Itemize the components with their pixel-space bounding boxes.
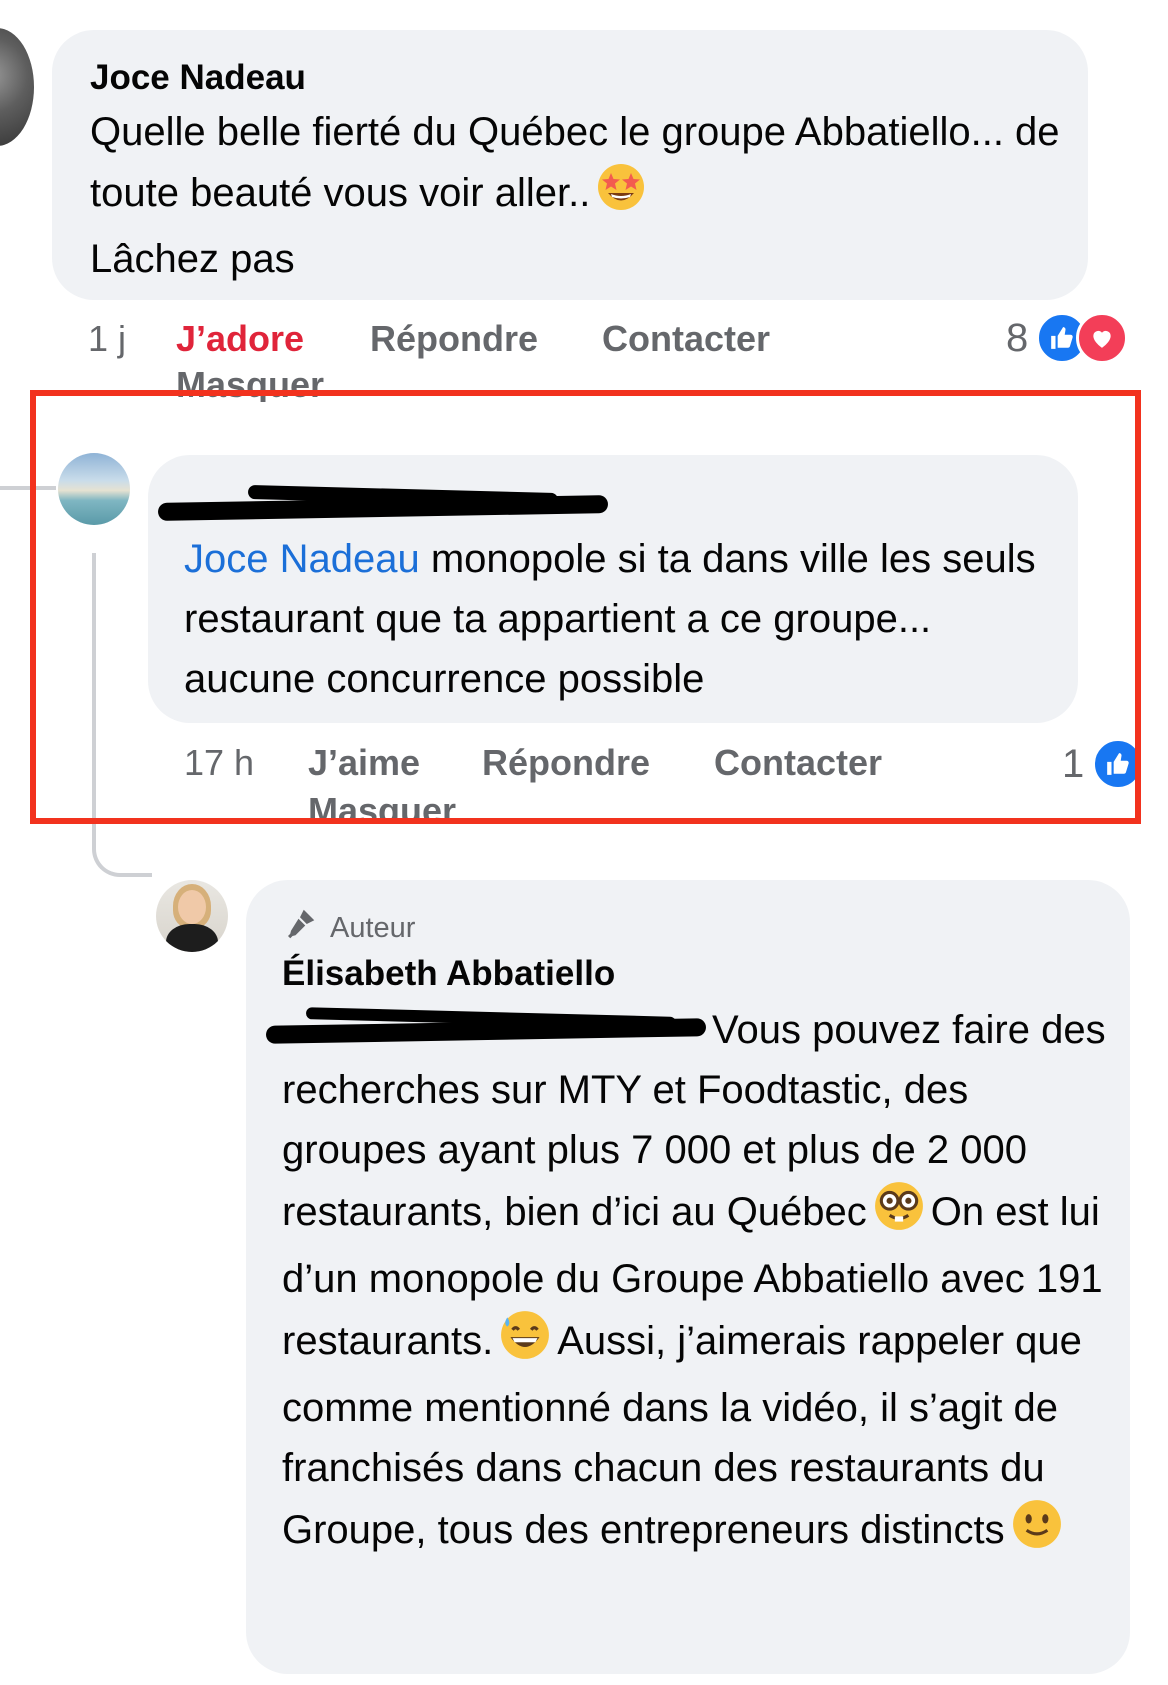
- comment-actions: 1 j J’adore Répondre Contacter: [88, 318, 770, 360]
- comment-text: Quelle belle fierté du Québec le groupe …: [90, 102, 1080, 289]
- author-badge-label: Auteur: [330, 911, 416, 944]
- comment-author[interactable]: Joce Nadeau: [90, 58, 306, 98]
- star-struck-emoji: [596, 162, 646, 229]
- nerd-face-emoji: [873, 1180, 925, 1249]
- comment-text-end: Lâchez pas: [90, 237, 295, 281]
- microphone-icon: [282, 906, 318, 950]
- comment-bubble: Auteur Élisabeth Abbatiello Vous pouvez …: [246, 880, 1130, 1674]
- comment-bubble: Joce Nadeau Quelle belle fierté du Québe…: [52, 30, 1088, 300]
- grinning-sweat-emoji: [499, 1309, 551, 1378]
- reaction-summary[interactable]: 8: [1006, 312, 1129, 364]
- comment-text: Vous pouvez faire des recherches sur MTY…: [282, 1000, 1122, 1567]
- contact-button[interactable]: Contacter: [602, 318, 770, 360]
- reaction-button[interactable]: J’adore: [176, 318, 370, 360]
- love-icon: [1076, 312, 1129, 364]
- avatar[interactable]: [0, 28, 34, 146]
- reply-button[interactable]: Répondre: [370, 318, 602, 360]
- comment-text-main: Quelle belle fierté du Québec le groupe …: [90, 110, 1060, 216]
- comment-author[interactable]: Élisabeth Abbatiello: [282, 954, 615, 994]
- reaction-count: 8: [1006, 315, 1029, 360]
- author-badge: Auteur: [282, 908, 415, 948]
- highlight-box: [30, 390, 1141, 824]
- slightly-smiling-emoji: [1011, 1498, 1063, 1567]
- comment-time[interactable]: 1 j: [88, 318, 176, 360]
- avatar[interactable]: [156, 880, 228, 952]
